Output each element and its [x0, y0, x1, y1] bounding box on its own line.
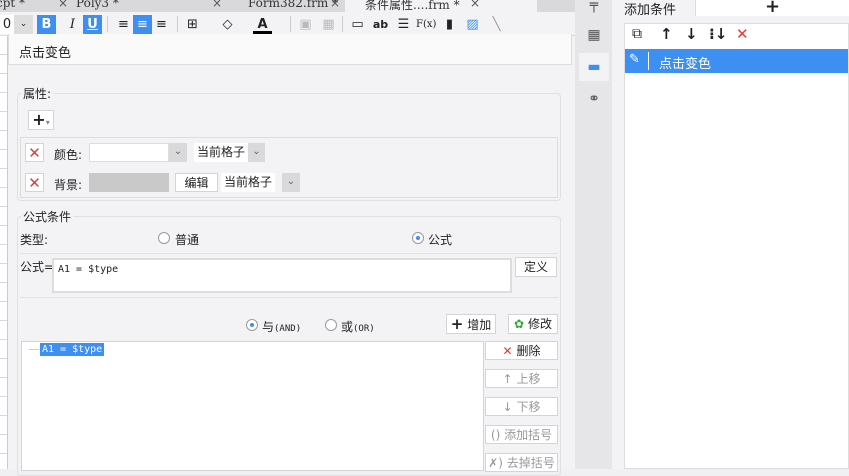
add-condition-tab[interactable]: 添加条件: [624, 0, 676, 18]
formula-option-label: 公式: [428, 233, 453, 247]
text-icon[interactable]: ab: [371, 15, 390, 34]
add-bracket-button[interactable]: () 添加括号: [485, 425, 558, 444]
link-icon[interactable]: ⚭: [583, 88, 605, 110]
bracket-icon: (): [490, 428, 501, 442]
table-icon[interactable]: ╤: [583, 0, 605, 16]
close-icon[interactable]: ×: [212, 0, 222, 10]
delete-icon: ✕: [502, 344, 513, 358]
close-icon[interactable]: ×: [470, 0, 480, 10]
align-right-icon[interactable]: ≡: [152, 15, 171, 34]
chevron-down-icon[interactable]: ⌄: [14, 15, 33, 34]
tab-form382[interactable]: Form382.frm *: [228, 0, 338, 12]
scope-select[interactable]: 当前格子: [221, 173, 275, 192]
image-icon[interactable]: ▨: [463, 15, 482, 34]
define-button[interactable]: 定义: [515, 257, 557, 277]
color-label: 颜色:: [54, 148, 83, 162]
side-icon-strip: ╤ ▦ ▬ ⚭: [575, 0, 612, 469]
align-left-icon[interactable]: ≡: [114, 15, 133, 34]
formula-input[interactable]: A1 = $type: [52, 258, 512, 293]
chart-icon[interactable]: ▮: [440, 15, 459, 34]
italic-button[interactable]: I: [63, 15, 82, 34]
condition-attr-icon[interactable]: ▬: [579, 53, 609, 81]
or-label: 或(OR): [341, 320, 375, 334]
cell-attr-icon[interactable]: ▦: [583, 24, 605, 46]
normal-label: 普通: [175, 233, 200, 247]
color-field[interactable]: [89, 143, 169, 162]
scope-select[interactable]: 当前格子: [194, 143, 248, 162]
move-down-button[interactable]: ↓ 下移: [485, 397, 558, 416]
condition-list-item[interactable]: ✎ 点击变色: [625, 49, 848, 73]
chevron-down-icon[interactable]: ⌄: [248, 143, 265, 162]
and-label: 与(AND): [262, 320, 302, 334]
move-bottom-icon[interactable]: ⁝↓: [709, 25, 727, 43]
condition-name: 点击变色: [19, 46, 72, 61]
border-icon[interactable]: ⊞: [183, 15, 202, 34]
tab-bar: cpt * × Poly3 * × Form382.frm * × 条件属性..…: [0, 0, 575, 12]
align-center-icon[interactable]: ≡: [133, 15, 152, 34]
plus-icon: +: [450, 315, 464, 333]
underline-button[interactable]: U: [83, 15, 102, 34]
chevron-down-icon[interactable]: ⌄: [169, 143, 187, 162]
font-size-field[interactable]: 0: [0, 15, 14, 34]
tab-cpt[interactable]: cpt *: [0, 0, 25, 12]
formula-icon[interactable]: F(x): [416, 15, 436, 34]
arrow-down-icon: ↓: [502, 400, 513, 414]
arrow-down-icon[interactable]: ↓: [685, 25, 698, 43]
arrow-up-icon: ↑: [502, 372, 513, 386]
condition-name-bar: 点击变色: [8, 34, 572, 65]
close-icon[interactable]: ×: [330, 0, 340, 10]
plus-icon: +: [32, 110, 46, 129]
bold-button[interactable]: B: [37, 15, 56, 34]
background-label: 背景:: [54, 178, 83, 192]
tab-poly3[interactable]: Poly3 *: [76, 0, 119, 12]
merge-cell-icon[interactable]: ▣: [296, 15, 315, 34]
add-button[interactable]: +: [695, 0, 849, 16]
textbox-icon[interactable]: ▭: [348, 15, 367, 34]
add-condition-button[interactable]: + 增加: [446, 314, 496, 334]
formula-condition-legend: 公式条件: [21, 208, 74, 225]
formula-label: 公式=: [20, 260, 55, 274]
condition-item[interactable]: A1 = $type: [40, 343, 105, 356]
format-toolbar: 0 ⌄ B I U ≡ ≡ ≡ ⊞ ◇ A ▣ ▦ ▭ ab ☰ F(x) ▮ …: [0, 12, 575, 36]
gear-icon: ✿: [514, 317, 525, 331]
radio-formula[interactable]: [412, 232, 424, 244]
pencil-icon: ✎: [629, 52, 649, 70]
radio-and[interactable]: [246, 319, 258, 331]
background-swatch[interactable]: [89, 173, 169, 192]
chevron-down-icon[interactable]: ⌄: [282, 173, 300, 192]
add-attribute-button[interactable]: +▾: [28, 110, 54, 130]
arrow-up-icon[interactable]: ↑: [660, 25, 673, 43]
delete-icon[interactable]: ✕: [736, 25, 749, 43]
remove-bracket-button[interactable]: ✗) 去掉括号: [485, 453, 558, 472]
condition-list: A1 = $type: [21, 341, 484, 471]
delete-icon[interactable]: ✕: [25, 173, 44, 192]
delete-icon[interactable]: ✕: [25, 143, 44, 162]
move-up-button[interactable]: ↑ 上移: [485, 369, 558, 388]
attributes-legend: 属性:: [21, 85, 54, 102]
spreadsheet-grid: [0, 36, 8, 469]
line-icon[interactable]: ╲: [487, 15, 506, 34]
font-color-icon[interactable]: A: [253, 15, 272, 34]
edit-button[interactable]: 编辑: [175, 173, 218, 192]
type-label: 类型:: [20, 233, 49, 247]
fill-color-icon[interactable]: ◇: [218, 15, 237, 34]
copy-icon[interactable]: ⧉: [632, 26, 642, 42]
close-icon[interactable]: ×: [58, 0, 68, 10]
grid-icon[interactable]: ▦: [319, 15, 338, 34]
condition-list-panel: ⧉ ↑ ↓ ⁝↓ ✕ ✎ 点击变色: [624, 23, 849, 469]
radio-normal[interactable]: [158, 232, 170, 244]
paragraph-icon[interactable]: ☰: [394, 15, 413, 34]
condition-panel: 添加条件 + ⧉ ↑ ↓ ⁝↓ ✕ ✎ 点击变色: [612, 0, 849, 469]
remove-bracket-icon: ✗): [488, 456, 503, 470]
delete-button[interactable]: ✕ 删除: [485, 341, 558, 360]
radio-or[interactable]: [325, 319, 337, 331]
modify-button[interactable]: ✿ 修改: [508, 314, 558, 334]
tab-condition-attr[interactable]: 条件属性....frm *: [345, 0, 537, 12]
